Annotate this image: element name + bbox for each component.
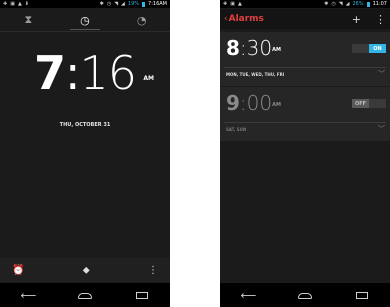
toggle-knob: OFF [352,99,369,108]
page-title[interactable]: Alarms [229,14,338,24]
alarms-action-bar: ‹ Alarms + ⋮ [220,9,390,29]
battery-icon [366,1,370,7]
notification-icon: ✚ [3,1,8,7]
clock-tab-bar: ⧗ ◷ ◔ [0,9,170,32]
alarm-hours: 8 [226,36,240,60]
status-time: 7:16AM [148,1,167,7]
alarm-ampm: AM [272,102,281,108]
toggle-knob: ON [369,44,386,53]
back-icon[interactable]: ⟵ [10,289,46,302]
alarm-status-icon: ◷ [106,1,112,7]
chevron-down-icon[interactable]: ﹀ [378,69,385,79]
image-icon: ▣ [10,1,15,7]
alarm-time[interactable]: 9:00AM [226,93,281,113]
bluetooth-icon: ✱ [324,1,329,7]
overflow-menu-icon[interactable]: ⋮ [148,265,158,276]
navigation-bar: ⟵ [0,283,170,307]
notification-icon: ✚ [223,1,228,7]
signal-icon: ◢ [345,1,350,7]
alarm-time[interactable]: 8:30AM [226,38,281,58]
location-pin-icon[interactable]: ⬥ [83,265,90,276]
alarm-minutes: 00 [246,91,273,115]
home-icon[interactable] [67,289,103,302]
alarm-repeat-days: SAT, SUN [226,127,247,132]
alarms-screen: ✚ ▣ ▲ ✱ ◷ ◥ ◢ 26% 11:07 ‹ Alarms + ⋮ 8:3… [220,0,390,307]
alarm-toggle[interactable]: OFF [352,99,386,108]
recent-apps-icon[interactable] [124,289,160,302]
alarm-colon: : [239,91,247,115]
back-icon[interactable]: ⟵ [230,289,266,302]
wifi-icon: ◥ [338,1,343,7]
alarm-icon[interactable]: ⏰ [12,265,24,276]
active-tab-indicator [70,29,100,30]
time-hours: 7 [33,46,66,100]
overflow-menu-icon[interactable]: ⋮ [375,13,386,26]
battery-percent: 19% [127,1,140,7]
clock-bottom-bar: ⏰ ⬥ ⋮ [0,258,170,282]
download-icon: ⬇ [24,1,29,7]
alarm-status-icon: ◷ [331,1,336,7]
status-bar: ✚ ▣ ▲ ✱ ◷ ◥ ◢ 26% 11:07 [220,0,390,8]
divider [224,67,386,68]
signal-icon: ◢ [121,1,125,7]
alarm-hours: 9 [226,91,240,115]
clock-screen: ✚ ▣ ▲ ⬇ ✱ ◷ ◥ ◢ 19% 7:16AM ⧗ ◷ ◔ 7:16 AM… [0,0,170,307]
alarm-toggle[interactable]: ON [352,44,386,53]
hourglass-icon[interactable]: ⧗ [13,13,43,27]
battery-icon [142,1,146,7]
recent-apps-icon[interactable] [344,289,380,302]
clock-icon[interactable]: ◷ [70,14,100,27]
battery-percent: 26% [352,1,364,7]
chevron-down-icon[interactable]: ﹀ [378,124,385,134]
time-colon: : [64,46,80,100]
alarm-colon: : [239,36,247,60]
home-icon[interactable] [287,289,323,302]
alarm-item[interactable]: 8:30AM ON MON, TUE, WED, THU, FRI ﹀ [220,32,390,86]
wifi-icon: ◥ [114,1,119,7]
back-chevron-icon[interactable]: ‹ [224,14,228,24]
bluetooth-icon: ✱ [99,1,104,7]
add-alarm-icon[interactable]: + [352,13,361,26]
alarm-item[interactable]: 9:00AM OFF SAT, SUN ﹀ [220,87,390,141]
alarm-ampm: AM [272,47,281,53]
navigation-bar: ⟵ [220,283,390,307]
warning-icon: ▲ [17,1,22,7]
time-minutes: 16 [79,46,137,100]
date-label: THU, OCTOBER 31 [59,122,111,128]
time-ampm: AM [143,75,154,82]
stopwatch-icon[interactable]: ◔ [127,14,157,27]
warning-icon: ▲ [237,1,242,7]
status-bar: ✚ ▣ ▲ ⬇ ✱ ◷ ◥ ◢ 19% 7:16AM [0,0,170,8]
current-time: 7:16 AM [0,50,170,96]
alarm-repeat-days: MON, TUE, WED, THU, FRI [226,72,285,77]
image-icon: ▣ [230,1,235,7]
divider [224,122,386,123]
status-time: 11:07 [372,1,387,7]
alarm-minutes: 30 [246,36,273,60]
